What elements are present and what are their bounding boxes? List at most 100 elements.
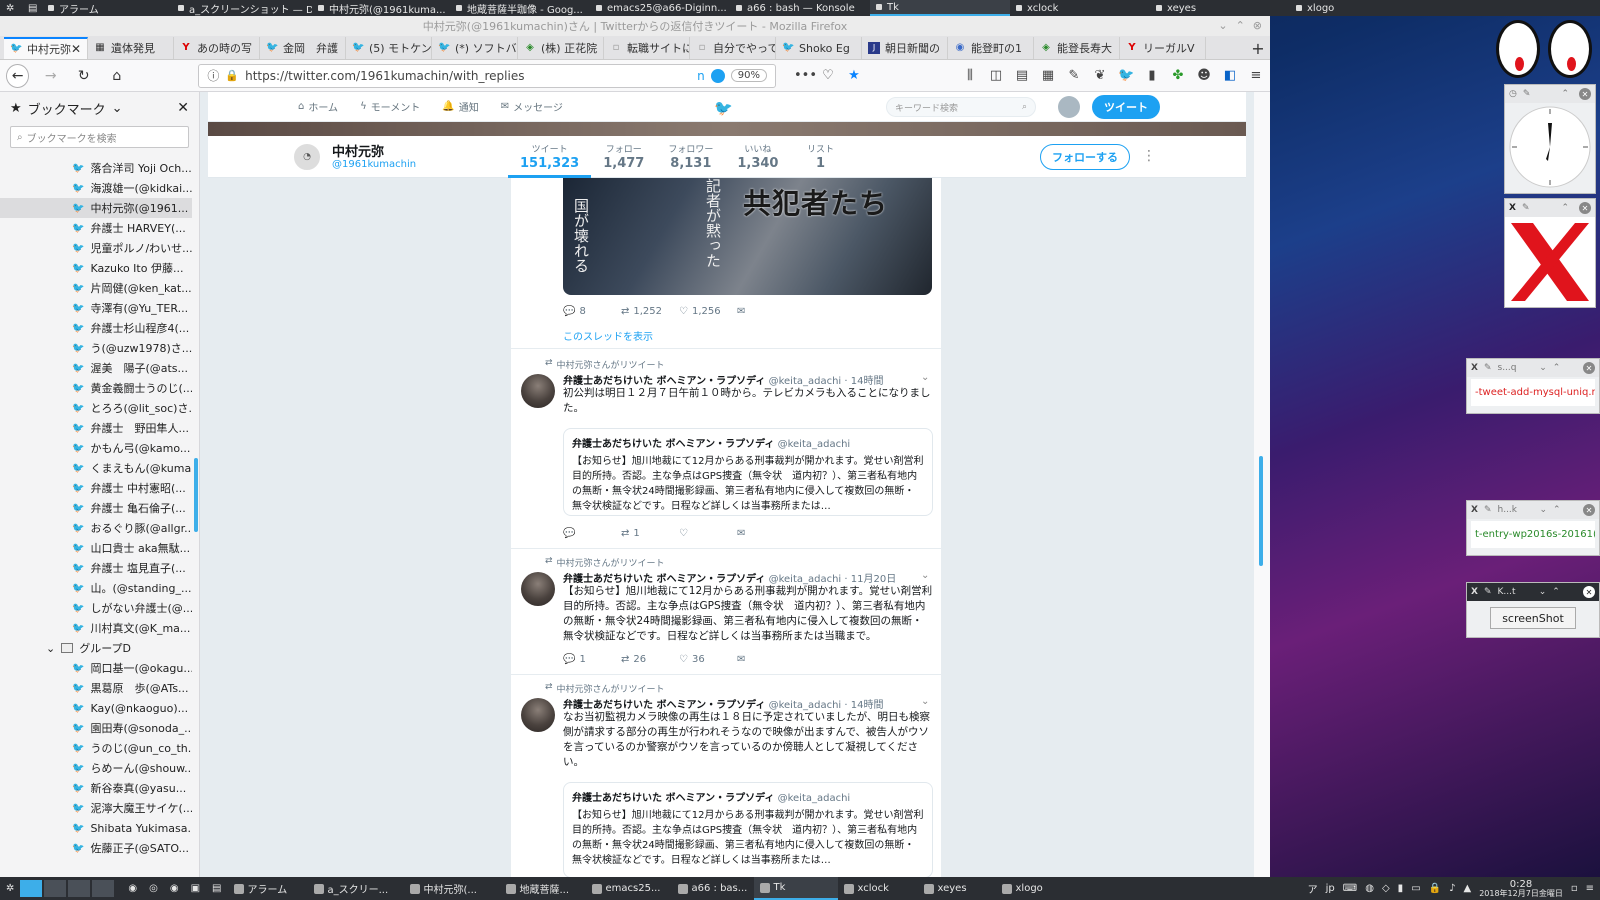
browser-tab[interactable]: Y あの時の写 [174,37,260,59]
close-tab-icon[interactable]: ✕ [71,42,81,56]
kde-menu-icon[interactable]: ✲ [0,0,22,16]
browser-tab[interactable]: ▦ 遺体発見 [88,37,174,59]
pin-icon[interactable]: ✎ [1484,363,1492,373]
profile-name[interactable]: 中村元弥 [332,141,384,160]
task-xeyes[interactable]: xeyes [918,877,996,900]
task-xclock[interactable]: xclock [838,877,918,900]
script-label[interactable]: t-entry-wp2016s-20161( [1471,521,1595,548]
twitter-search-input[interactable]: キーワード検索 ⌕ [886,97,1036,117]
dm-button[interactable]: ✉ [737,306,795,317]
xlogo-window[interactable]: X ✎ ⌃ ✕ [1504,198,1596,308]
browser-tab[interactable]: Y リーガルV [1120,37,1206,59]
tray-expand-icon[interactable]: ▲ [1463,883,1471,894]
bookmark-item[interactable]: 🐦 渥美 陽子(@ats... [0,358,192,378]
chevron-down-icon[interactable]: ⌄ [921,696,929,707]
pin-icon[interactable]: ✎ [1484,505,1492,515]
bookmark-item[interactable]: 🐦 おるぐり豚(@allgr... [0,518,192,538]
xclock-window[interactable]: ◷ ✎ ⌃ ✕ [1504,84,1596,194]
close-icon[interactable]: ✕ [1582,362,1595,374]
bookmark-item[interactable]: 🐦 泥濘大魔王サイケ(... [0,798,192,818]
bookmark-item[interactable]: 🐦 黄金義闘士うのじ(... [0,378,192,398]
browser-tab[interactable]: ▫自分でやってみ [690,37,776,59]
bookmark-item[interactable]: 🐦 かもん弓(@kamo... [0,438,192,458]
launcher-icon[interactable]: ◉ [122,877,143,900]
tweet-button[interactable]: ツイート [1092,95,1160,119]
reload-button[interactable]: ↻ [72,64,95,88]
browser-tab[interactable]: 🐦 (*) ソフトバ [432,37,518,59]
pocket-icon[interactable]: ♡ [820,68,836,83]
launcher-icon[interactable]: ◉ [164,877,185,900]
bookmark-item[interactable]: 🐦 中村元弥(@1961... [0,198,192,218]
launcher-icon[interactable]: ▣ [185,877,206,900]
maximize-icon[interactable]: ⌃ [1553,505,1561,515]
close-icon[interactable]: ✕ [1579,88,1591,100]
edit-icon[interactable]: ✎ [1066,68,1082,83]
stat-lists[interactable]: リスト 1 [790,136,850,178]
bookmark-star-icon[interactable]: ★ [846,68,862,83]
chevron-down-icon[interactable]: ⌄ [921,372,929,383]
close-icon[interactable]: ✕ [1583,504,1595,516]
bookmark-item[interactable]: 🐦 弁護士 HARVEY(... [0,218,192,238]
window-titlebar[interactable]: X ✎ K...t ⌄ ⌃ ✕ [1467,583,1599,601]
close-sidebar-icon[interactable]: ✕ [177,100,189,116]
stat-tweets[interactable]: ツイート 151,323 [508,136,592,178]
dm-button[interactable]: ✉ [737,654,795,665]
task-google[interactable]: 地蔵菩薩... [500,877,586,900]
bookmark-item[interactable]: 🐦 岡口基一(@okagu... [0,658,192,678]
zoom-indicator[interactable]: 90% [730,69,767,82]
clipboard-icon[interactable]: ▮ [1144,68,1160,83]
xeyes-window[interactable] [1496,20,1596,82]
top-task-xeyes[interactable]: xeyes [1150,0,1290,16]
maximize-icon[interactable]: ⌃ [1561,89,1569,99]
retweet-button[interactable]: ⇄ 1,252 [621,306,679,317]
show-desktop-icon[interactable]: ▫ [1571,883,1578,894]
twitter-bird-icon[interactable]: 🐦 [714,99,733,117]
bookmark-item[interactable]: 🐦 弁護士杉山程彦4(... [0,318,192,338]
bookmark-item[interactable]: 🐦 園田寿(@sonoda_... [0,718,192,738]
more-options-icon[interactable]: ⋮ [1142,148,1156,164]
lock-icon[interactable]: 🔒 [1429,883,1441,894]
url-text[interactable]: https://twitter.com/1961kumachin/with_re… [245,69,691,83]
browser-tab[interactable]: 🐦 (5) モトケン [346,37,432,59]
top-task-emacs[interactable]: emacs25@a66-Diginn... [590,0,730,16]
reply-button[interactable]: 💬 8 [563,306,621,317]
pin-icon[interactable]: ✎ [1522,203,1530,213]
chevron-down-icon[interactable]: ⌄ [921,570,929,581]
network-icon[interactable]: ◍ [1365,883,1374,894]
browser-tab[interactable]: J 朝日新聞の [862,37,948,59]
sidebar-scrollbar[interactable] [194,458,198,532]
bookmark-item[interactable]: 🐦 うのじ(@un_co_th... [0,738,192,758]
bookmark-item[interactable]: 🐦 う(@uzw1978)さ... [0,338,192,358]
menu-icon[interactable]: ≡ [1248,68,1264,83]
task-xlogo[interactable]: xlogo [996,877,1072,900]
close-icon[interactable]: ✕ [1579,202,1591,214]
maximize-icon[interactable]: ⌃ [1552,587,1560,597]
keyboard-icon[interactable]: ⌨ [1343,883,1357,894]
retweet-button[interactable]: ⇄ 26 [621,654,679,665]
tweet-avatar[interactable] [521,374,555,408]
maximize-icon[interactable]: ⌃ [1553,363,1561,373]
bookmark-item[interactable]: 🐦 Shibata Yukimasa... [0,818,192,838]
chevron-down-icon[interactable]: ⌄ [1539,587,1547,597]
browser-tab[interactable]: 🐦 金岡 弁護 [260,37,346,59]
bookmark-item[interactable]: 🐦 山口貴士 aka無駄... [0,538,192,558]
stat-following[interactable]: フォロー 1,477 [591,136,656,178]
tweet-avatar[interactable] [521,572,555,606]
sidebar-header[interactable]: ★ ブックマーク ⌄ ✕ [0,92,199,124]
maximize-icon[interactable]: ⌃ [1561,203,1569,213]
profile-avatar[interactable]: ◔ [292,142,322,172]
nav-messages[interactable]: ✉ メッセージ [501,99,563,114]
bookmark-item[interactable]: 🐦 川村真文(@K_ma... [0,618,192,638]
pin-icon[interactable]: ✎ [1484,587,1492,597]
reader-icon[interactable]: ▤ [1014,68,1030,83]
task-tk[interactable]: Tk [753,877,838,900]
extension-toggle[interactable] [710,68,725,83]
maximize-icon[interactable]: ⌃ [1236,19,1245,32]
info-icon[interactable]: ⓘ [207,67,219,84]
stat-followers[interactable]: フォロワー 8,131 [656,136,725,178]
minimize-icon[interactable]: ⌄ [1218,19,1227,32]
outlook-icon[interactable]: ◧ [1222,68,1238,83]
dm-button[interactable]: ✉ [737,528,795,539]
browser-tab[interactable]: ◉ 能登町の1 [948,37,1034,59]
bookmark-item[interactable]: 🐦 弁護士 塩見直子(... [0,558,192,578]
